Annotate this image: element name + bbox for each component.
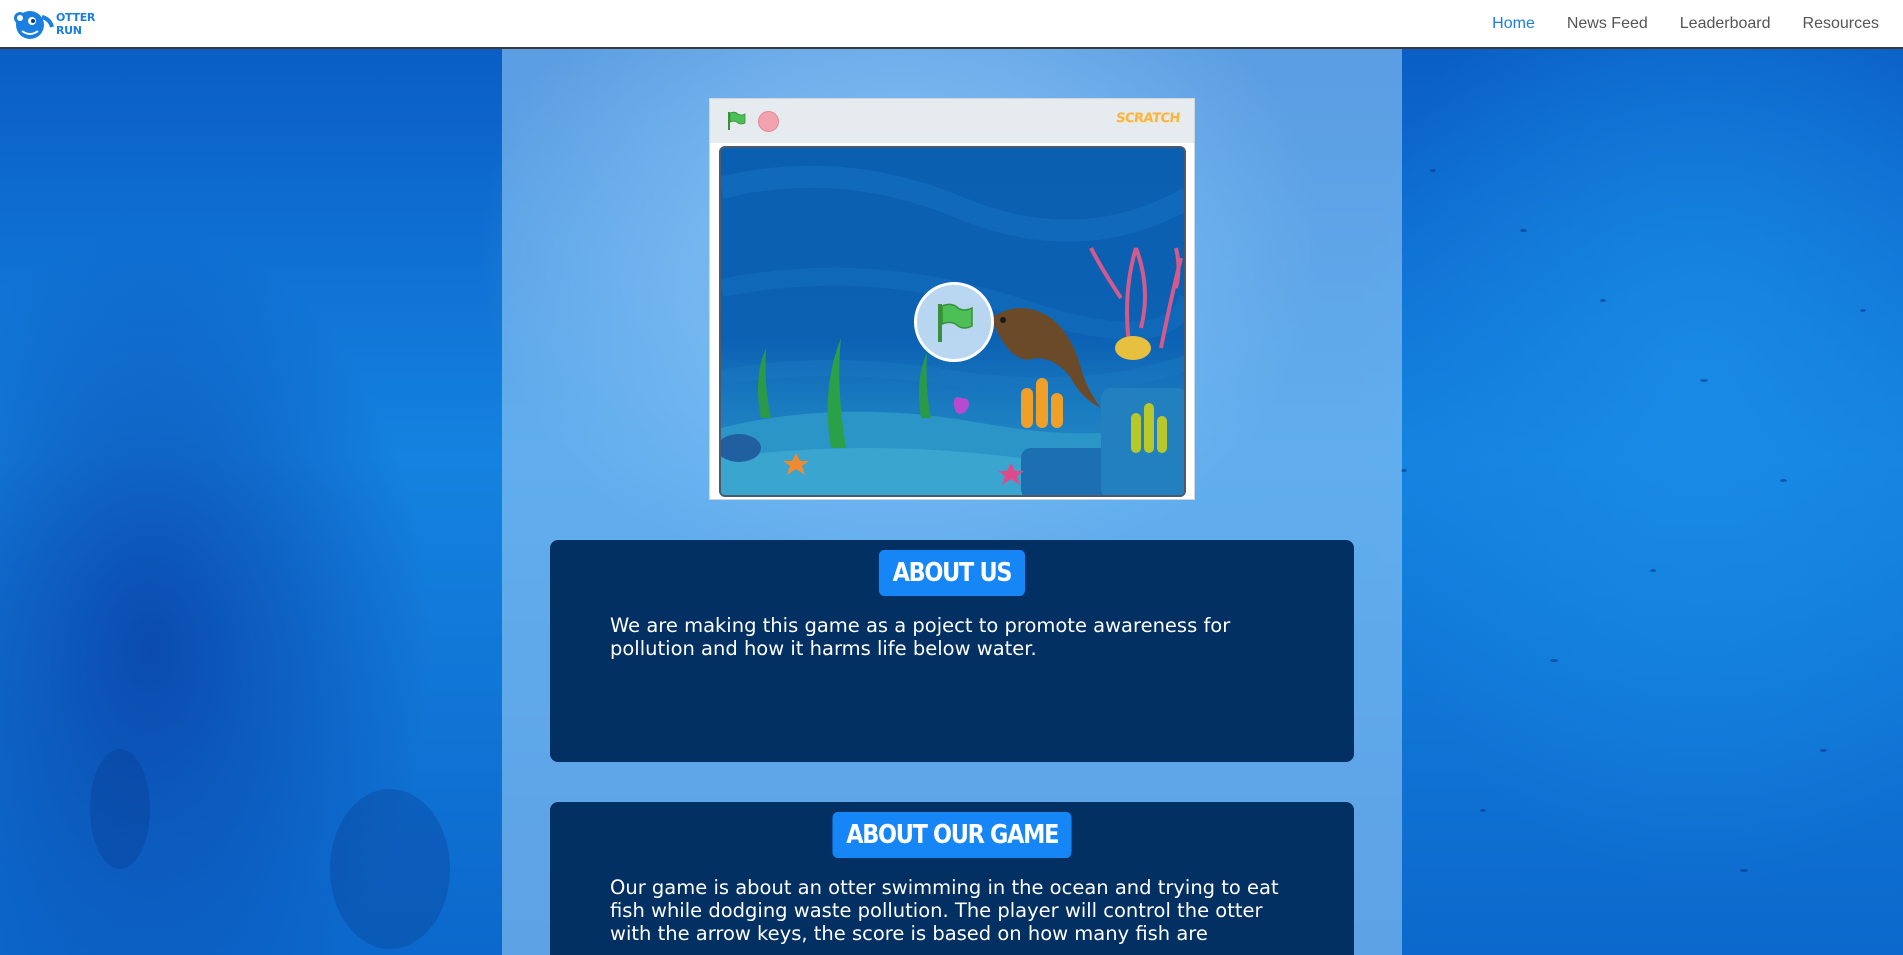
green-flag-icon[interactable] [724, 109, 748, 133]
start-game-button[interactable] [914, 282, 994, 362]
about-game-text: Our game is about an otter swimming in t… [610, 876, 1279, 945]
fish-decoration [1430, 169, 1436, 172]
kelp-shadow [330, 789, 450, 949]
fish-decoration [1650, 569, 1656, 572]
fish-decoration [1480, 809, 1486, 812]
player-controls-bar: SCRATCH [710, 99, 1194, 143]
about-us-heading: ABOUT US [878, 550, 1026, 596]
logo-line-1: OTTER [56, 10, 96, 24]
fish-decoration [1780, 479, 1787, 482]
green-flag-icon [938, 303, 973, 342]
main-content-column: SCRATCH ABOUT US We are making this game… [502, 49, 1402, 955]
scratch-logo: SCRATCH [1115, 111, 1181, 126]
about-game-heading: ABOUT OUR GAME [832, 812, 1072, 858]
about-game-card: ABOUT OUR GAME Our game is about an otte… [550, 802, 1354, 955]
about-us-text: We are making this game as a poject to p… [610, 614, 1231, 660]
fish-decoration [1520, 229, 1527, 232]
game-stage[interactable] [719, 146, 1186, 497]
nav-link-home[interactable]: Home [1476, 15, 1551, 33]
scratch-game-player: SCRATCH [709, 98, 1195, 500]
top-navbar: OTTER RUN Home News Feed Leaderboard Res… [0, 0, 1903, 49]
otter-logo-icon [8, 7, 54, 41]
fish-decoration [1600, 299, 1606, 302]
about-us-card: ABOUT US We are making this game as a po… [550, 540, 1354, 762]
stop-icon[interactable] [758, 110, 779, 132]
logo-line-2: RUN [56, 23, 82, 37]
fish-decoration [1550, 659, 1558, 662]
nav-link-news-feed[interactable]: News Feed [1551, 15, 1664, 33]
fish-decoration [1740, 869, 1748, 872]
fish-decoration [1860, 309, 1866, 312]
fish-decoration [1820, 749, 1827, 752]
logo-wordmark: OTTER RUN [56, 11, 95, 37]
nav-link-leaderboard[interactable]: Leaderboard [1664, 15, 1787, 33]
kelp-shadow [90, 749, 150, 869]
nav-links: Home News Feed Leaderboard Resources [1476, 15, 1895, 33]
nav-link-resources[interactable]: Resources [1787, 15, 1895, 33]
site-logo[interactable]: OTTER RUN [8, 7, 95, 41]
fish-decoration [1700, 379, 1708, 382]
